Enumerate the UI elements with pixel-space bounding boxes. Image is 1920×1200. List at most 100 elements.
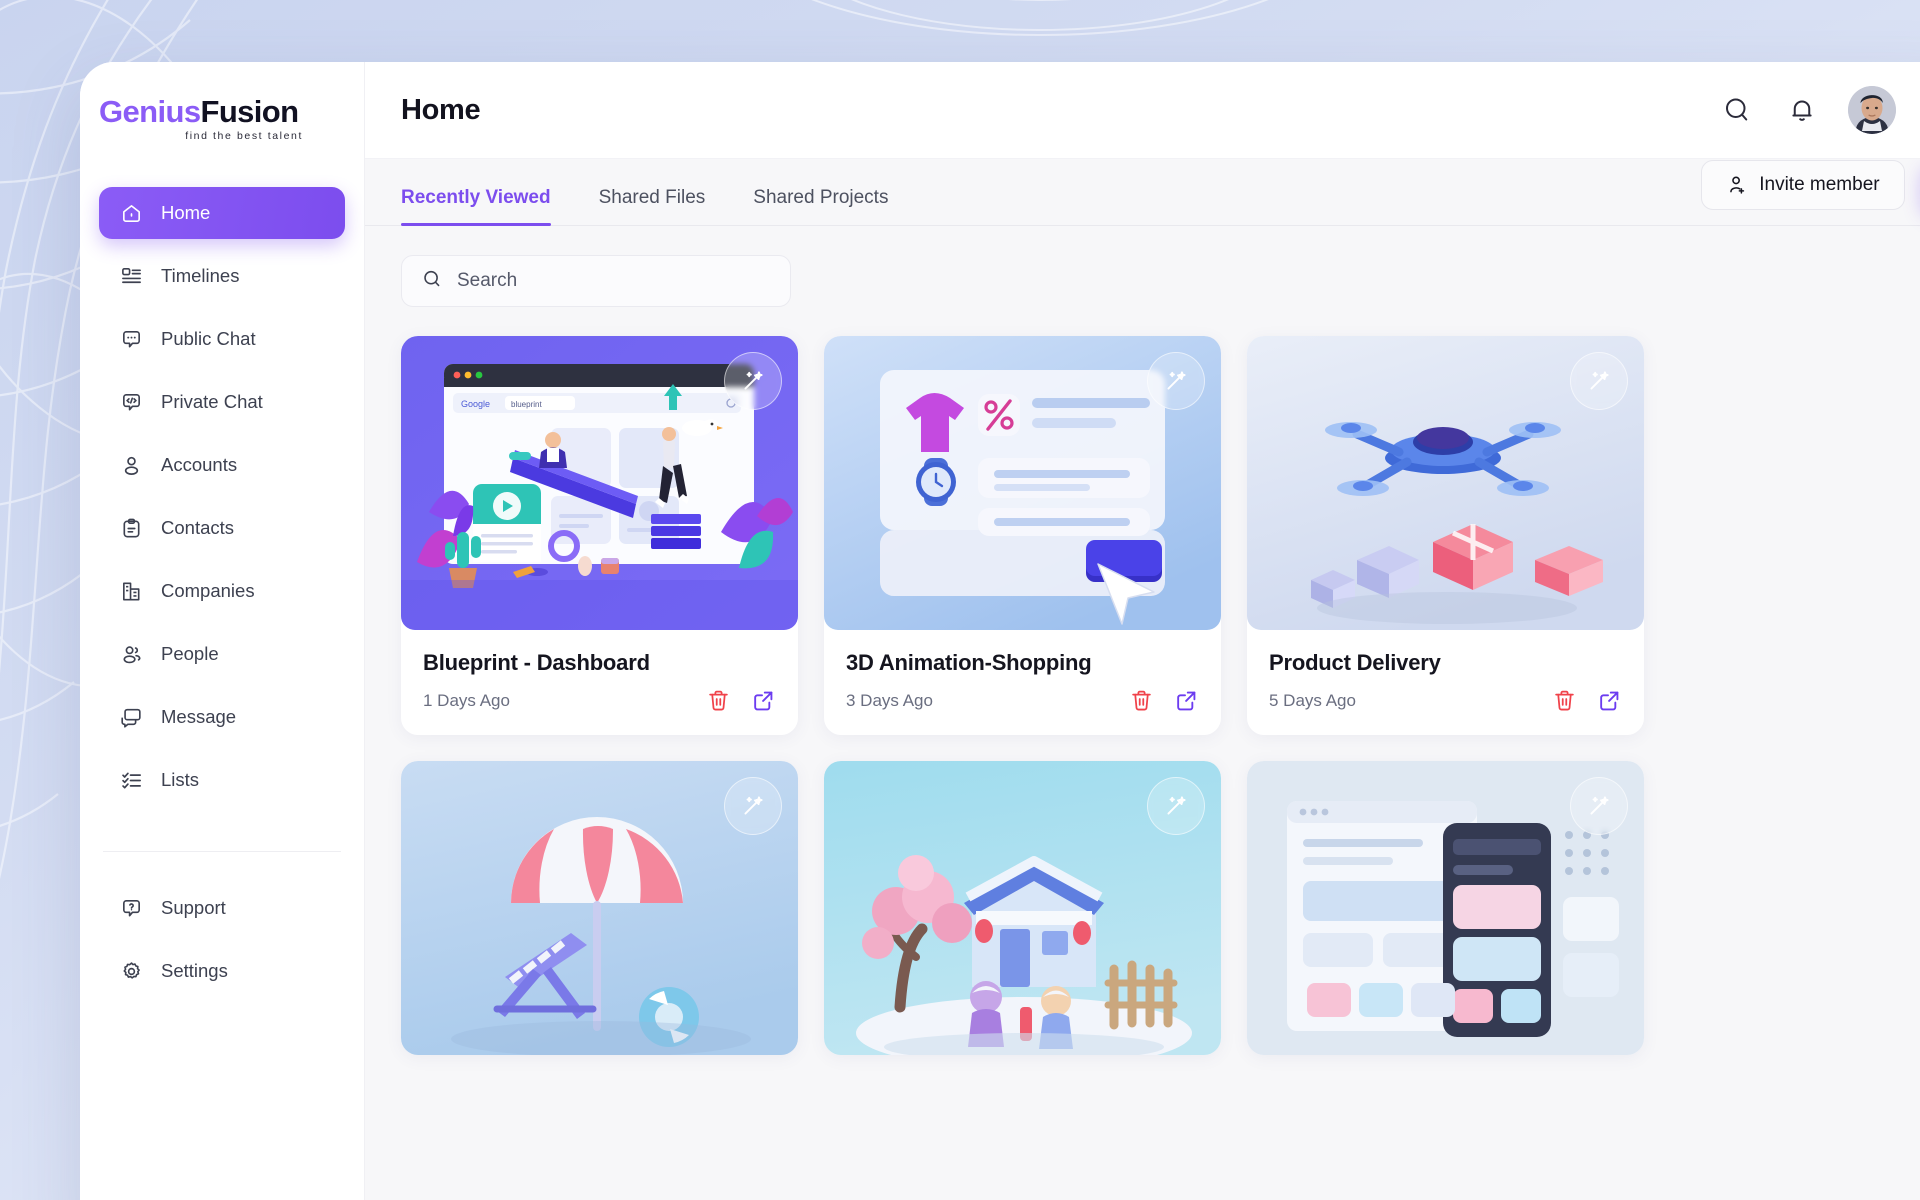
trash-icon[interactable] — [1129, 688, 1154, 713]
sidebar-nav: Home Timelines Public Chat Private Chat … — [80, 187, 364, 817]
sidebar-item-home[interactable]: Home — [99, 187, 345, 239]
card-body: Product Delivery 5 Days Ago — [1247, 630, 1644, 735]
card-thumbnail — [1247, 336, 1644, 630]
card-date: 1 Days Ago — [423, 690, 510, 710]
card[interactable]: 3D Animation-Shopping 3 Days Ago — [824, 336, 1221, 735]
card-meta: 5 Days Ago — [1269, 688, 1622, 713]
sidebar-item-label: Support — [161, 897, 226, 918]
magic-wand-icon[interactable] — [1147, 777, 1205, 835]
card-title: 3D Animation-Shopping — [846, 650, 1092, 675]
home-icon — [120, 202, 143, 225]
tab-bar: Recently Viewed Shared Files Shared Proj… — [365, 187, 1920, 226]
sidebar-item-timelines[interactable]: Timelines — [99, 250, 345, 302]
sidebar-item-label: Settings — [161, 960, 228, 981]
app-logo[interactable]: GeniusFusion find the best talent — [80, 96, 364, 142]
tab-recently-viewed[interactable]: Recently Viewed — [401, 187, 551, 226]
external-link-icon[interactable] — [1597, 688, 1622, 713]
avatar[interactable] — [1847, 86, 1896, 134]
sidebar-footer-nav: Support Settings — [80, 882, 364, 1008]
card-grid: Google blueprint Blueprint - Dashboard 1… — [365, 307, 1920, 1055]
toolbar-actions: Invite member + Create — [1701, 160, 1920, 226]
search-box[interactable] — [401, 255, 791, 307]
external-link-icon[interactable] — [1174, 688, 1199, 713]
content-area: Recently Viewed Shared Files Shared Proj… — [365, 159, 1920, 1200]
trash-icon[interactable] — [1552, 688, 1577, 713]
message-stack-icon — [120, 706, 143, 729]
card[interactable]: Product Delivery 5 Days Ago — [1247, 336, 1644, 735]
user-icon — [120, 454, 143, 477]
card[interactable] — [401, 761, 798, 1055]
top-bar-actions: Joh — [1718, 86, 1920, 134]
card-actions — [706, 688, 776, 713]
card-body: Blueprint - Dashboard 1 Days Ago — [401, 630, 798, 735]
sidebar-item-label: Message — [161, 706, 237, 727]
magic-wand-icon[interactable] — [724, 352, 782, 410]
sidebar-item-private-chat[interactable]: Private Chat — [99, 376, 345, 428]
sidebar-item-label: Lists — [161, 769, 200, 790]
card-title: Product Delivery — [1269, 650, 1441, 675]
sidebar-item-label: Accounts — [161, 454, 238, 475]
sidebar-item-settings[interactable]: Settings — [99, 945, 345, 997]
search-input[interactable] — [457, 270, 771, 292]
card-thumbnail: Google blueprint — [401, 336, 798, 630]
sidebar-item-label: Timelines — [161, 265, 240, 286]
sidebar-item-people[interactable]: People — [99, 628, 345, 680]
sidebar-item-message[interactable]: Message — [99, 691, 345, 743]
svg-text:Google: Google — [461, 399, 490, 409]
magic-wand-icon[interactable] — [1570, 352, 1628, 410]
card-thumbnail — [1247, 761, 1644, 1055]
sidebar-item-contacts[interactable]: Contacts — [99, 502, 345, 554]
sidebar-item-lists[interactable]: Lists — [99, 754, 345, 806]
chat-code-icon — [120, 391, 143, 414]
sidebar-item-label: Home — [161, 202, 211, 223]
card-actions — [1552, 688, 1622, 713]
invite-member-button[interactable]: Invite member — [1701, 160, 1905, 210]
tab-label: Shared Projects — [753, 187, 889, 208]
timeline-icon — [120, 265, 143, 288]
gear-icon — [120, 960, 143, 983]
magic-wand-icon[interactable] — [1147, 352, 1205, 410]
users-icon — [120, 643, 143, 666]
card[interactable] — [1247, 761, 1644, 1055]
sidebar-item-label: Private Chat — [161, 391, 263, 412]
sidebar-item-label: Public Chat — [161, 328, 256, 349]
tab-shared-projects[interactable]: Shared Projects — [753, 187, 888, 225]
card[interactable] — [824, 761, 1221, 1055]
tab-label: Recently Viewed — [401, 187, 551, 208]
magic-wand-icon[interactable] — [724, 777, 782, 835]
search-icon[interactable] — [1718, 91, 1756, 129]
sidebar-item-label: People — [161, 643, 219, 664]
sidebar-item-support[interactable]: Support — [99, 882, 345, 934]
card-meta: 3 Days Ago — [846, 688, 1199, 713]
help-chat-icon — [120, 897, 143, 920]
card-body: 3D Animation-Shopping 3 Days Ago — [824, 630, 1221, 735]
tab-shared-files[interactable]: Shared Files — [599, 187, 706, 225]
logo-tagline: find the best talent — [185, 130, 303, 142]
sidebar-item-accounts[interactable]: Accounts — [99, 439, 345, 491]
sidebar-item-public-chat[interactable]: Public Chat — [99, 313, 345, 365]
card-thumbnail — [824, 336, 1221, 630]
add-person-icon — [1726, 174, 1748, 196]
search-row — [365, 226, 1920, 307]
svg-text:blueprint: blueprint — [511, 400, 542, 409]
sidebar-item-label: Companies — [161, 580, 255, 601]
logo-text-primary: Genius — [99, 94, 201, 129]
checklist-icon — [120, 769, 143, 792]
chat-dots-icon — [120, 328, 143, 351]
trash-icon[interactable] — [706, 688, 731, 713]
magic-wand-icon[interactable] — [1570, 777, 1628, 835]
building-icon — [120, 580, 143, 603]
card-actions — [1129, 688, 1199, 713]
external-link-icon[interactable] — [751, 688, 776, 713]
sidebar-item-companies[interactable]: Companies — [99, 565, 345, 617]
toolbar: Recently Viewed Shared Files Shared Proj… — [365, 159, 1920, 226]
sidebar: GeniusFusion find the best talent Home T… — [80, 62, 365, 1200]
card[interactable]: Google blueprint Blueprint - Dashboard 1… — [401, 336, 798, 735]
card-title: Blueprint - Dashboard — [423, 650, 650, 675]
page-root: GeniusFusion find the best talent Home T… — [0, 0, 1920, 1200]
invite-member-label: Invite member — [1759, 174, 1880, 195]
notification-bell-icon[interactable] — [1783, 91, 1821, 129]
app-window: GeniusFusion find the best talent Home T… — [80, 62, 1920, 1200]
top-bar: Home — [365, 62, 1920, 159]
page-title: Home — [401, 93, 481, 126]
